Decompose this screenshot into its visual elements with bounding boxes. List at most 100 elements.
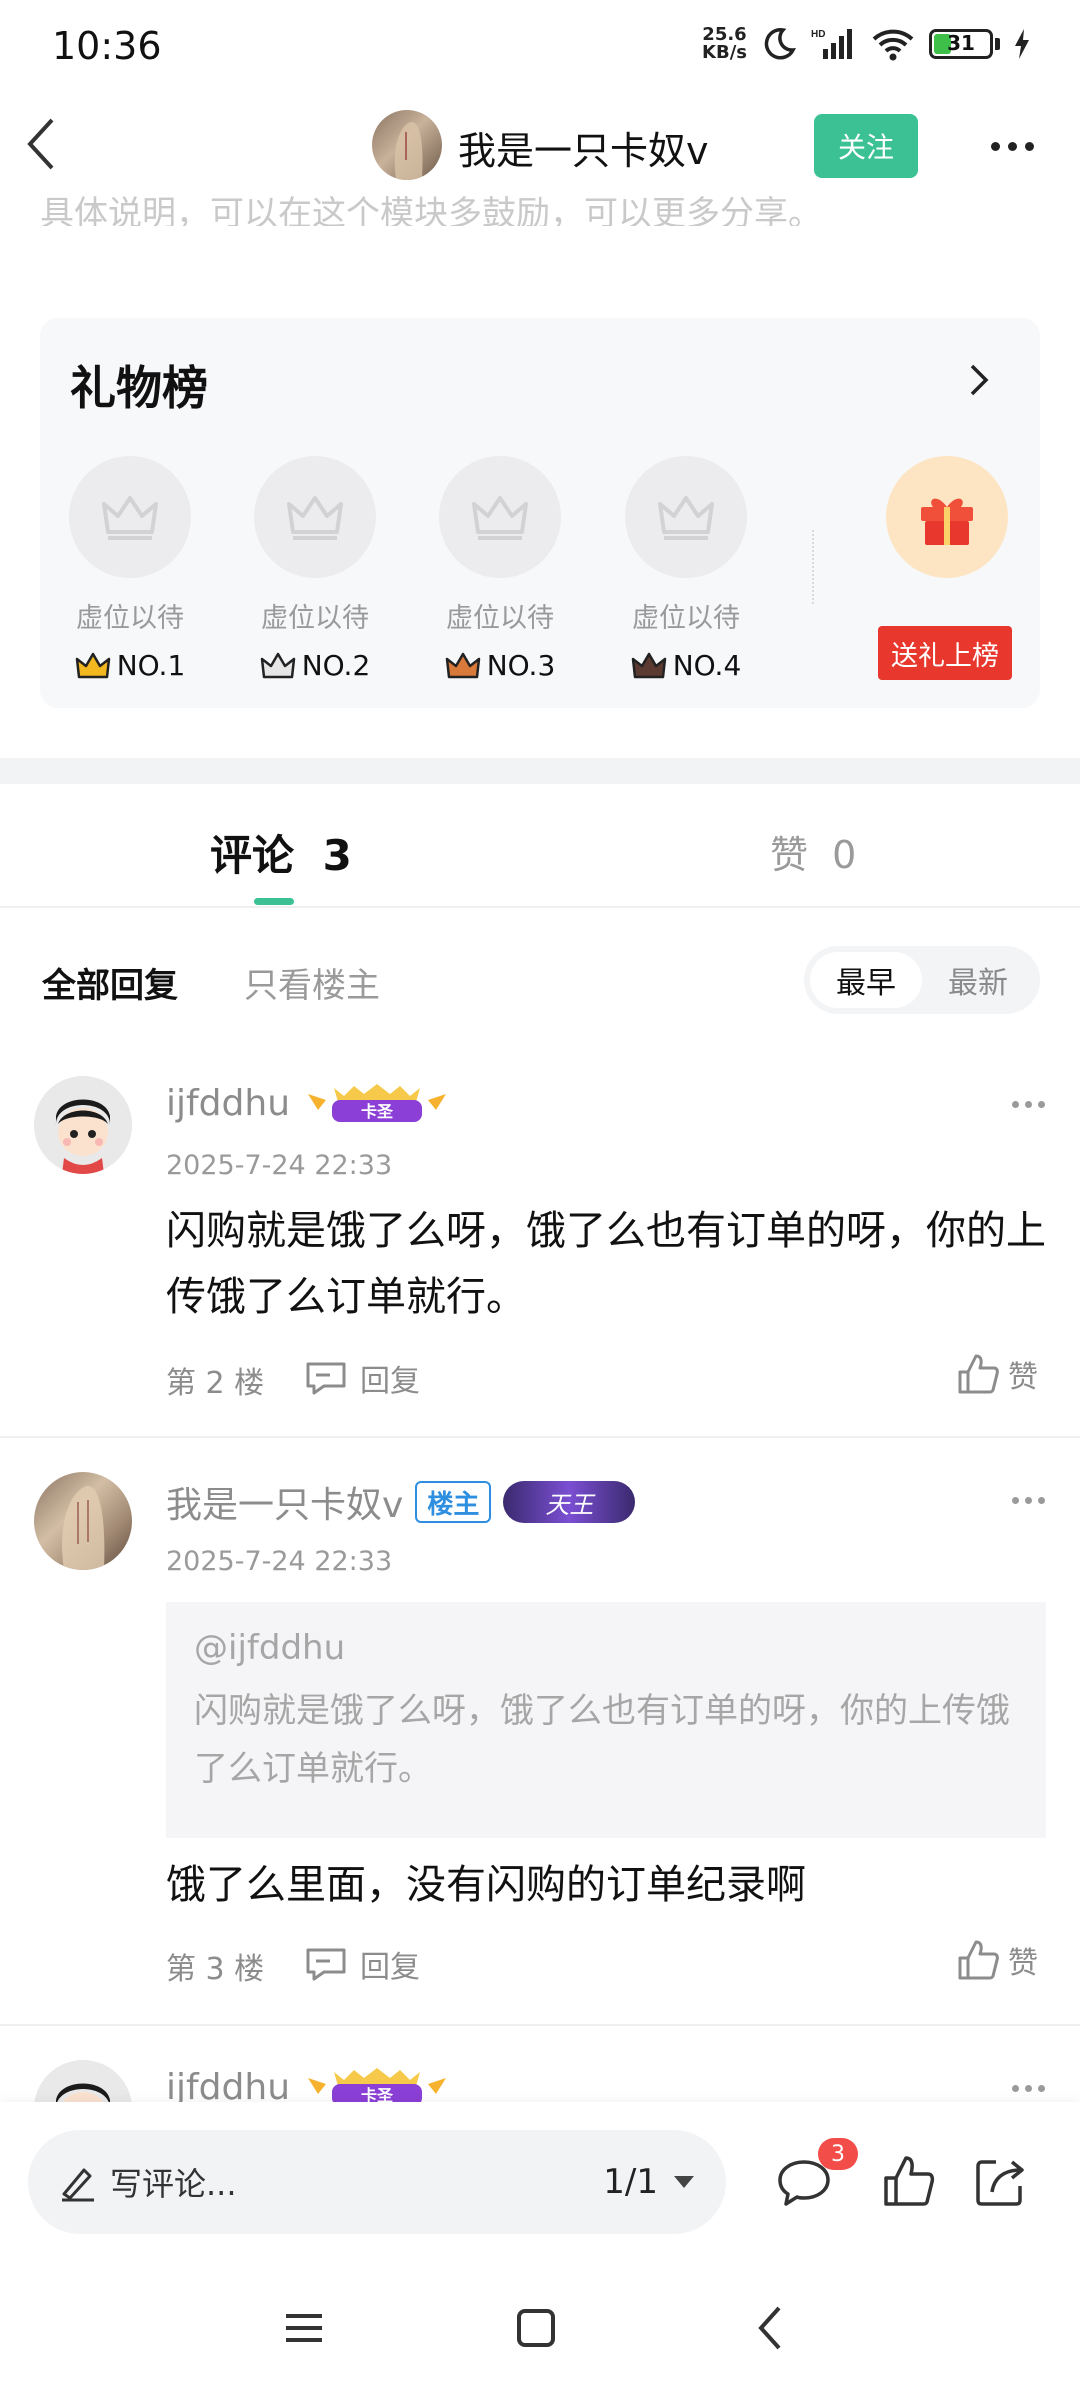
network-speed: 25.6 KB/s [702,26,747,62]
author-avatar[interactable] [372,110,442,180]
comment-more-button[interactable] [1008,1490,1048,1510]
reply-label: 回复 [360,1950,420,1985]
crown-outline-icon [658,496,714,540]
quote-text: 闪购就是饿了么呀，饿了么也有订单的呀，你的上传饿了么订单就行。 [194,1691,1010,1789]
follow-button[interactable]: 关注 [814,114,918,178]
dot-icon [1007,141,1017,151]
share-icon [976,2160,1024,2206]
empty-slot-avatar [254,456,376,578]
page-indicator[interactable]: 1/1 [603,2162,658,2202]
slot-rank: NO.4 [624,649,748,682]
rank-label: NO.4 [672,649,742,682]
comment-floor: 第 3 楼 [166,1952,265,1987]
sort-earliest[interactable]: 最早 [810,952,922,1008]
charging-icon [1015,29,1029,59]
dot-icon [1024,141,1034,151]
post-text-fragment: 具体说明，可以在这个模块多鼓励，可以更多分享。 [40,194,822,226]
comment-divider [0,1436,1080,1438]
back-button[interactable] [22,112,62,176]
author-name[interactable]: 我是一只卡奴v [458,120,709,175]
level-badge: 天王 [503,1481,636,1523]
net-speed-unit: KB/s [702,42,747,63]
moon-icon [764,28,796,60]
comment-text: 闪购就是饿了么呀，饿了么也有订单的呀，你的上传饿了么订单就行。 [166,1208,1046,1320]
comment-avatar[interactable] [34,1076,132,1174]
reply-icon [306,1948,346,1981]
rank-label: NO.1 [116,649,186,682]
comment-avatar[interactable] [34,1472,132,1570]
op-badge: 楼主 [415,1481,492,1523]
nav-menu-button[interactable] [274,2298,334,2358]
gift-box-button[interactable] [886,456,1008,578]
slot-rank: NO.2 [253,649,377,682]
tab-likes-count: 0 [832,833,857,877]
nav-home-button[interactable] [506,2298,566,2358]
battery-percent: 31 [947,31,975,55]
quoted-comment: @ijfddhu 闪购就是饿了么呀，饿了么也有订单的呀，你的上传饿了么订单就行。 [166,1602,1046,1838]
avatar-photo [394,121,423,180]
like-button[interactable]: 赞 [956,1938,1038,1982]
gift-board-card: 礼物榜 虚位以待 NO.1 虚位以待 NO.2 虚位以待 NO.3 虚位以待 N… [40,318,1040,708]
like-label: 赞 [1008,1946,1038,1981]
comment-more-button[interactable] [1008,1094,1048,1114]
share-button[interactable] [970,2152,1030,2212]
like-post-button[interactable] [878,2152,938,2212]
gift-board-open-button[interactable] [964,360,994,400]
filter-op-only[interactable]: 只看楼主 [244,958,380,1007]
thumbs-up-icon [958,1940,999,1980]
badge-text: 卡圣 [361,1102,394,1121]
more-options-button[interactable] [982,126,1042,166]
comment-input[interactable]: 写评论... 1/1 [28,2130,726,2234]
send-gift-button[interactable]: 送礼上榜 [878,626,1012,680]
battery-cap [995,38,1000,50]
home-square-icon [517,2309,555,2347]
caret-down-icon[interactable] [672,2174,696,2190]
thumbs-up-icon [958,1354,999,1394]
crown-gold-icon [75,652,110,678]
comment-time: 2025-7-24 22:33 [166,1150,393,1181]
battery-icon: 31 [929,29,993,59]
crown-bronze-icon [445,652,480,678]
crown-outline-icon [287,496,343,540]
gift-slot-1: 虚位以待 NO.1 [68,456,192,682]
nav-back-button[interactable] [740,2298,800,2358]
comment-more-button[interactable] [1008,2078,1048,2098]
filter-all-replies[interactable]: 全部回复 [42,958,178,1007]
empty-slot-avatar [625,456,747,578]
empty-slot-avatar [69,456,191,578]
comment-time: 2025-7-24 22:33 [166,1546,393,1577]
status-time: 10:36 [52,24,162,68]
tab-comments-count: 3 [322,831,352,880]
reply-button[interactable]: 回复 [304,1942,420,1986]
sort-latest[interactable]: 最新 [922,952,1034,1008]
chevron-right-icon [970,364,989,396]
slot-rank: NO.1 [68,649,192,682]
slot-label: 虚位以待 [76,603,184,634]
svg-text:HD: HD [811,29,825,40]
crown-dark-icon [631,652,666,678]
pencil-icon [62,2168,94,2202]
dot-icon [990,141,1000,151]
gift-slot-4: 虚位以待 NO.4 [624,456,748,682]
comment-divider [0,2024,1080,2026]
comment-count-badge: 3 [818,2138,858,2170]
comment-header: ijfddhu 卡圣 [166,1080,450,1126]
like-button[interactable]: 赞 [956,1352,1038,1396]
crown-outline-icon [472,496,528,540]
thumbs-up-icon [884,2156,935,2206]
comment-username[interactable]: 我是一只卡奴v [166,1476,403,1528]
gift-divider [812,530,814,604]
tab-comments[interactable]: 评论 3 [210,822,352,883]
quote-username[interactable]: @ijfddhu [194,1628,1018,1668]
like-label: 赞 [1008,1360,1038,1395]
tab-comments-label: 评论 [210,831,295,880]
empty-slot-avatar [439,456,561,578]
reply-button[interactable]: 回复 [304,1356,420,1400]
tab-likes[interactable]: 赞 0 [770,824,856,879]
reply-label: 回复 [360,1364,420,1399]
slot-label: 虚位以待 [446,603,554,634]
sort-toggle: 最早 最新 [804,946,1040,1014]
comment-username[interactable]: ijfddhu [166,1083,290,1124]
kasheng-badge-icon: 卡圣 [308,1084,447,1122]
chevron-left-icon [27,118,54,170]
